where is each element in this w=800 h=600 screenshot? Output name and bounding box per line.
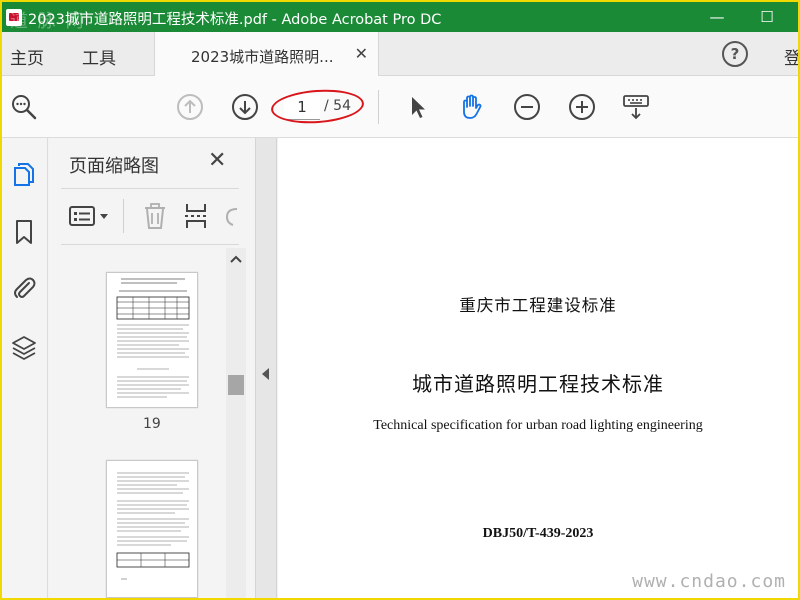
annotation-ellipse bbox=[269, 86, 366, 127]
select-arrow-icon[interactable] bbox=[404, 93, 432, 121]
watermark-top-left: 道 脉 网 bbox=[10, 11, 86, 32]
document-title: 城市道路照明工程技术标准 bbox=[412, 372, 664, 396]
menu-home[interactable]: 主页 bbox=[10, 44, 44, 69]
page-thumbnail[interactable] bbox=[106, 272, 198, 408]
insert-page-icon[interactable] bbox=[183, 201, 211, 231]
scroll-up-icon[interactable] bbox=[230, 254, 242, 264]
toolbar-divider bbox=[378, 90, 379, 124]
thumbnail-page-number: 19 bbox=[143, 416, 161, 432]
page-thumbnails-icon[interactable] bbox=[10, 160, 38, 188]
delete-page-icon[interactable] bbox=[141, 201, 169, 231]
bookmark-icon[interactable] bbox=[10, 218, 38, 246]
acrobat-window: 2023城市道路照明工程技术标准.pdf - Adobe Acrobat Pro… bbox=[2, 2, 798, 598]
hand-tool-icon[interactable] bbox=[457, 93, 485, 121]
attachment-icon[interactable] bbox=[10, 274, 38, 302]
document-code: DBJ50/T-439-2023 bbox=[482, 526, 594, 541]
navigation-rail bbox=[2, 138, 48, 598]
title-bar: 2023城市道路照明工程技术标准.pdf - Adobe Acrobat Pro… bbox=[2, 2, 798, 32]
window-title: 2023城市道路照明工程技术标准.pdf - Adobe Acrobat Pro… bbox=[28, 12, 442, 28]
close-tab-icon[interactable]: ✕ bbox=[355, 44, 368, 63]
rotate-page-icon[interactable] bbox=[221, 201, 239, 231]
keyboard-scroll-icon[interactable] bbox=[622, 93, 650, 121]
options-menu-icon[interactable] bbox=[69, 201, 111, 231]
previous-page-icon[interactable] bbox=[176, 93, 204, 121]
document-tab-label: 2023城市道路照明... bbox=[191, 48, 334, 66]
page-thumbnail-preview bbox=[116, 472, 190, 580]
thumbnail-list: 19 bbox=[61, 248, 227, 598]
panel-toolbar bbox=[61, 188, 239, 245]
thumbnail-scrollbar[interactable] bbox=[226, 248, 246, 598]
document-standard-line: 重庆市工程建设标准 bbox=[459, 296, 617, 315]
search-icon[interactable] bbox=[10, 93, 38, 121]
main-toolbar: 1 / 54 bbox=[2, 76, 798, 138]
document-page: 重庆市工程建设标准 城市道路照明工程技术标准 Technical specifi… bbox=[278, 138, 798, 598]
page-thumbnail-preview bbox=[116, 278, 190, 398]
zoom-in-icon[interactable] bbox=[568, 93, 596, 121]
collapse-panel-icon[interactable] bbox=[262, 368, 269, 380]
panel-splitter[interactable] bbox=[255, 138, 277, 598]
page-thumbnail[interactable] bbox=[106, 460, 198, 598]
document-tab[interactable]: 2023城市道路照明... ✕ bbox=[154, 32, 379, 77]
minimize-button[interactable]: — bbox=[706, 6, 728, 28]
maximize-button[interactable]: ☐ bbox=[756, 6, 778, 28]
zoom-out-icon[interactable] bbox=[513, 93, 541, 121]
next-page-icon[interactable] bbox=[231, 93, 259, 121]
close-panel-icon[interactable]: ✕ bbox=[208, 148, 226, 173]
menu-tools[interactable]: 工具 bbox=[82, 44, 116, 69]
layers-icon[interactable] bbox=[10, 334, 38, 362]
scrollbar-thumb[interactable] bbox=[228, 375, 244, 395]
document-english-title: Technical specification for urban road l… bbox=[373, 418, 703, 433]
panel-toolbar-divider bbox=[123, 199, 124, 233]
login-link[interactable]: 登 bbox=[784, 44, 798, 69]
watermark-bottom-right: www.cndao.com bbox=[632, 571, 786, 592]
menu-bar: 主页 工具 2023城市道路照明... ✕ ? 登 bbox=[2, 32, 798, 77]
help-button[interactable]: ? bbox=[722, 41, 748, 67]
thumbnails-panel: 页面缩略图 ✕ 19 bbox=[49, 138, 255, 598]
panel-title: 页面缩略图 bbox=[69, 156, 159, 177]
